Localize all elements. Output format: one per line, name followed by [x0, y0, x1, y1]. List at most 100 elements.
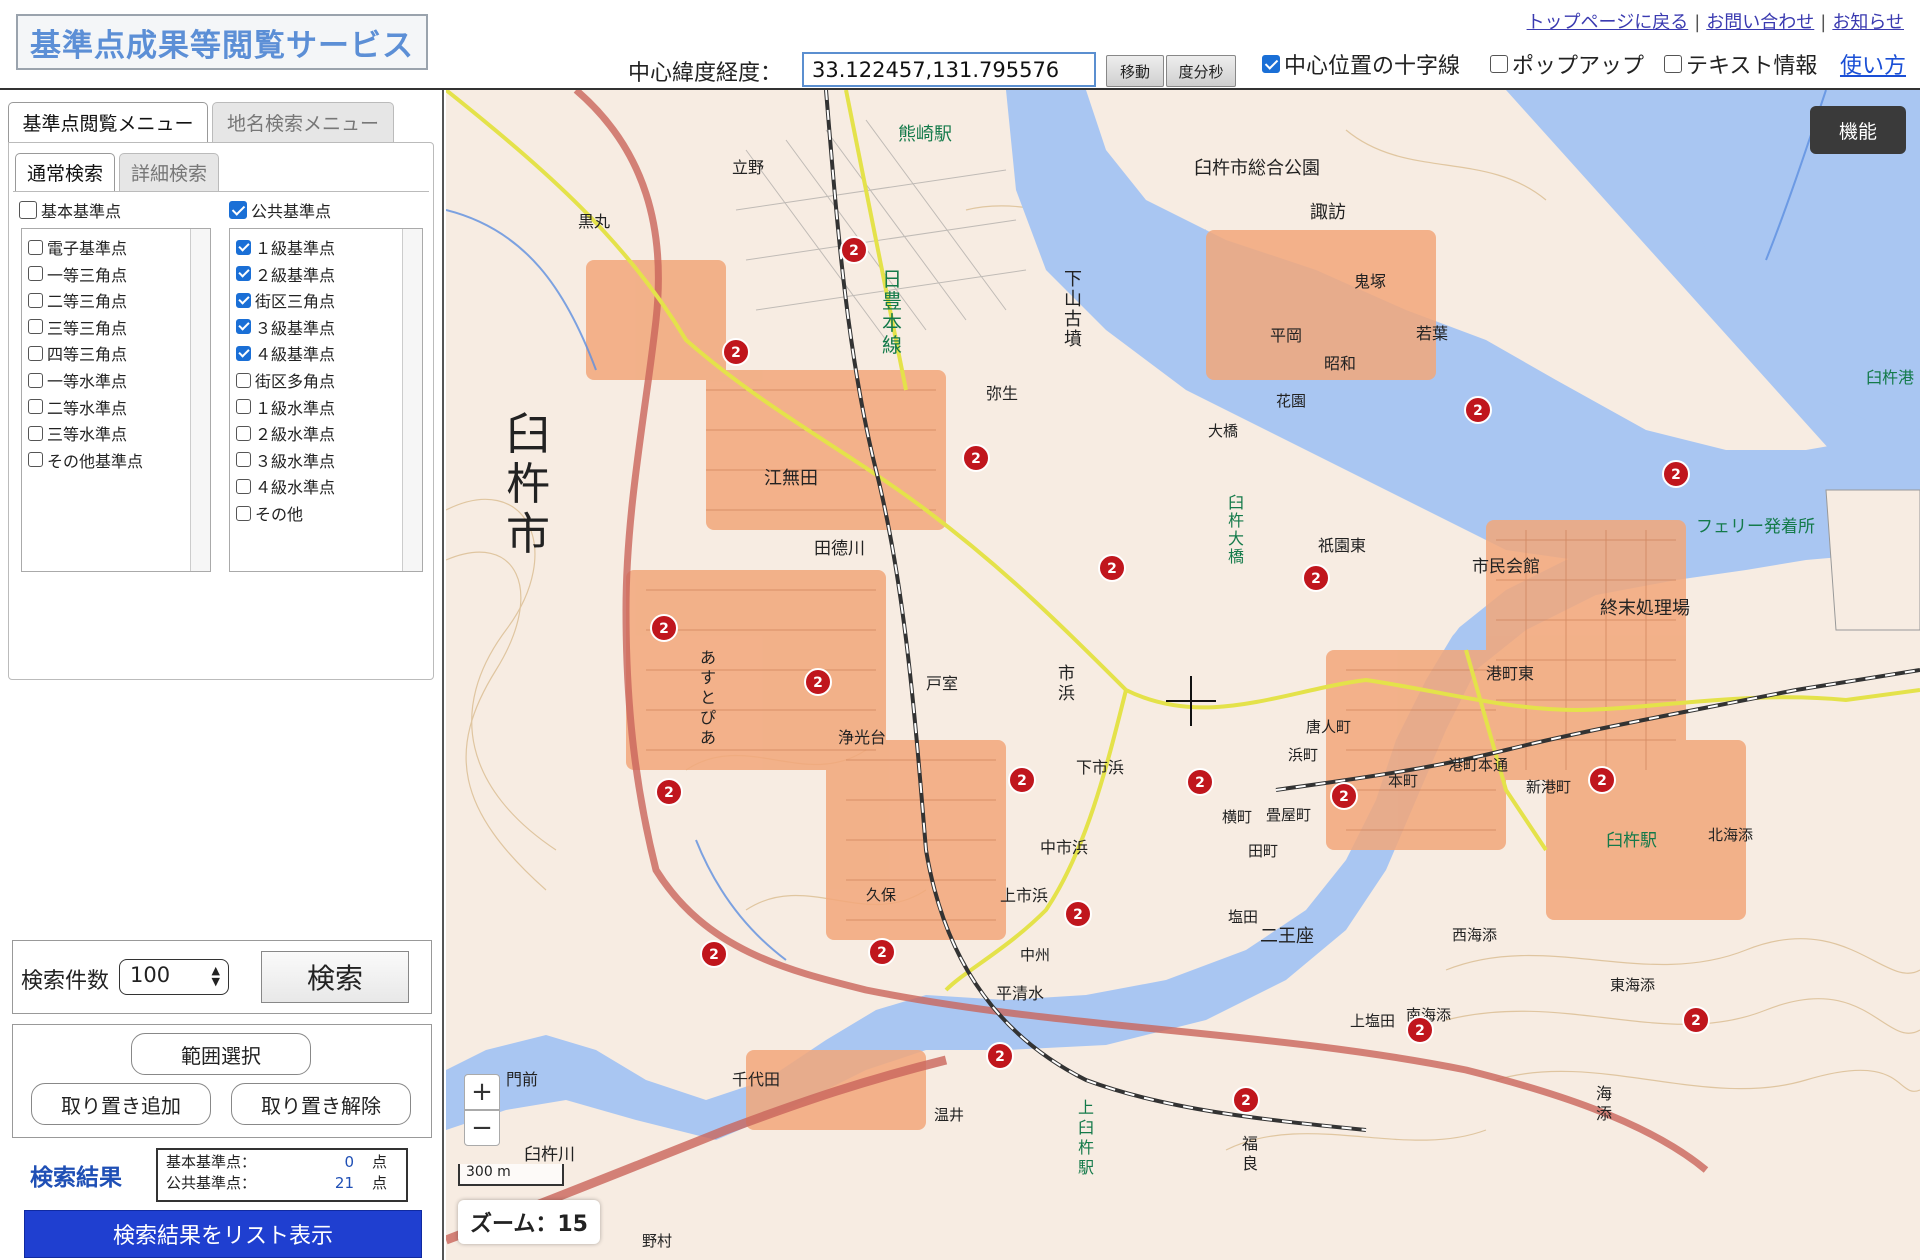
basic-point-item-checkbox[interactable] [28, 425, 43, 441]
basic-point-item-checkbox[interactable] [28, 266, 43, 282]
control-point-marker[interactable]: 2 [839, 235, 869, 265]
control-point-marker[interactable]: 2 [1329, 781, 1359, 811]
public-points-list[interactable]: １級基準点 ２級基準点 街区三角点 ３級基準点 ４級基準点街区多角点 １級水準点 ２級水準点… [229, 228, 423, 572]
center-coord-input[interactable] [802, 52, 1096, 87]
keep-remove-button[interactable]: 取り置き解除 [231, 1083, 411, 1125]
map-label-usuki-city: 臼杵市 [506, 409, 550, 560]
text-info-toggle[interactable]: テキスト情報 [1664, 48, 1817, 80]
public-point-item-checkbox[interactable] [236, 425, 251, 441]
basic-points-list[interactable]: 電子基準点一等三角点 二等三角点三等三角点 四等三角点一等水準点二等水準点 三等水準点… [21, 228, 211, 572]
control-point-marker[interactable]: 2 [1301, 563, 1331, 593]
range-select-button[interactable]: 範囲選択 [131, 1033, 311, 1075]
control-point-marker[interactable]: 2 [1097, 553, 1127, 583]
tab-detail-search[interactable]: 詳細検索 [119, 153, 219, 191]
control-point-marker[interactable]: 2 [1231, 1085, 1261, 1115]
public-point-item[interactable]: ４級基準点 [236, 341, 335, 365]
tab-normal-search[interactable]: 通常検索 [15, 153, 115, 191]
control-point-marker[interactable]: 2 [1405, 1015, 1435, 1045]
basic-point-item[interactable]: 一等三角点 [28, 262, 127, 286]
public-point-item-checkbox[interactable] [236, 319, 251, 335]
public-point-item-checkbox[interactable] [236, 266, 251, 282]
basic-point-item-checkbox[interactable] [28, 399, 43, 415]
basic-point-item[interactable]: その他基準点 [28, 448, 143, 472]
control-point-marker[interactable]: 2 [1463, 395, 1493, 425]
basic-point-item[interactable]: 二等三角点 [28, 288, 127, 312]
public-point-item[interactable]: ４級水準点 [236, 474, 335, 498]
control-point-marker[interactable]: 2 [654, 777, 684, 807]
basic-point-item-checkbox[interactable] [28, 345, 43, 361]
basic-point-item-label: 一等水準点 [47, 372, 128, 391]
control-point-marker[interactable]: 2 [1185, 767, 1215, 797]
control-point-marker[interactable]: 2 [1681, 1005, 1711, 1035]
popup-toggle[interactable]: ポップアップ [1490, 48, 1644, 80]
public-point-item[interactable]: １級基準点 [236, 235, 335, 259]
top-page-link[interactable]: トップページに戻る [1527, 12, 1689, 33]
basic-points-checkbox[interactable] [19, 201, 37, 219]
keep-add-button[interactable]: 取り置き追加 [31, 1083, 211, 1125]
text-info-checkbox[interactable] [1664, 55, 1682, 73]
public-point-item-checkbox[interactable] [236, 452, 251, 468]
move-button[interactable]: 移動 [1106, 55, 1164, 87]
map-label-wakaba: 若葉 [1416, 324, 1449, 343]
public-point-item[interactable]: 街区多角点 [236, 368, 335, 392]
dms-button[interactable]: 度分秒 [1166, 55, 1236, 87]
basic-point-item-checkbox[interactable] [28, 452, 43, 468]
updown-arrows-icon: ▲ ▼ [211, 964, 220, 988]
public-point-item[interactable]: ３級基準点 [236, 315, 335, 339]
tab-control-point-menu[interactable]: 基準点閲覧メニュー [8, 102, 208, 142]
control-point-marker[interactable]: 2 [1007, 765, 1037, 795]
search-button[interactable]: 検索 [261, 951, 409, 1003]
search-count-select[interactable]: 100 ▲ ▼ [119, 959, 229, 995]
basic-point-item[interactable]: 三等水準点 [28, 421, 127, 445]
tab-place-search-menu[interactable]: 地名検索メニュー [212, 102, 394, 142]
basic-point-item[interactable]: 二等水準点 [28, 395, 127, 419]
public-point-item-checkbox[interactable] [236, 505, 251, 521]
public-point-item[interactable]: ２級基準点 [236, 262, 335, 286]
public-point-item-checkbox[interactable] [236, 399, 251, 415]
basic-point-item-checkbox[interactable] [28, 292, 43, 308]
help-link[interactable]: 使い方 [1840, 48, 1906, 80]
control-point-marker[interactable]: 2 [699, 939, 729, 969]
public-point-item[interactable]: 街区三角点 [236, 288, 335, 312]
basic-point-item[interactable]: 電子基準点 [28, 235, 127, 259]
public-point-item[interactable]: ２級水準点 [236, 421, 335, 445]
public-point-item[interactable]: ３級水準点 [236, 448, 335, 472]
basic-point-item[interactable]: 三等三角点 [28, 315, 127, 339]
control-point-marker[interactable]: 2 [1661, 459, 1691, 489]
public-point-item-checkbox[interactable] [236, 239, 251, 255]
control-point-marker[interactable]: 2 [803, 667, 833, 697]
public-points-checkbox[interactable] [229, 201, 247, 219]
scrollbar[interactable] [402, 229, 422, 571]
news-link[interactable]: お知らせ [1832, 12, 1904, 33]
crosshair-checkbox[interactable] [1262, 55, 1280, 73]
public-point-item[interactable]: その他 [236, 501, 303, 525]
public-points-toggle[interactable]: 公共基準点 [229, 198, 331, 222]
public-point-item[interactable]: １級水準点 [236, 395, 335, 419]
public-point-item-checkbox[interactable] [236, 292, 251, 308]
public-point-item-checkbox[interactable] [236, 345, 251, 361]
scrollbar[interactable] [190, 229, 210, 571]
basic-point-item[interactable]: 一等水準点 [28, 368, 127, 392]
control-point-marker[interactable]: 2 [867, 937, 897, 967]
public-point-item-checkbox[interactable] [236, 372, 251, 388]
contact-link[interactable]: お問い合わせ [1706, 12, 1814, 33]
zoom-in-button[interactable]: + [464, 1074, 500, 1110]
basic-point-item-checkbox[interactable] [28, 372, 43, 388]
control-point-marker[interactable]: 2 [1063, 899, 1093, 929]
control-point-marker[interactable]: 2 [721, 337, 751, 367]
basic-point-item-checkbox[interactable] [28, 319, 43, 335]
zoom-out-button[interactable]: − [464, 1110, 500, 1146]
public-point-item-checkbox[interactable] [236, 478, 251, 494]
control-point-marker[interactable]: 2 [649, 613, 679, 643]
control-point-marker[interactable]: 2 [985, 1041, 1015, 1071]
control-point-marker[interactable]: 2 [1587, 765, 1617, 795]
basic-point-item[interactable]: 四等三角点 [28, 341, 127, 365]
map-view[interactable]: 臼杵市 熊崎駅 臼杵市総合公園 諏訪 日豊本線 下山古墳 江無田 田德川 臼杵大… [446, 90, 1920, 1260]
control-point-marker[interactable]: 2 [961, 443, 991, 473]
crosshair-toggle[interactable]: 中心位置の十字線 [1262, 48, 1460, 80]
list-display-button[interactable]: 検索結果をリスト表示 [24, 1210, 422, 1258]
basic-points-toggle[interactable]: 基本基準点 [19, 198, 121, 222]
popup-checkbox[interactable] [1490, 55, 1508, 73]
basic-point-item-checkbox[interactable] [28, 239, 43, 255]
map-function-button[interactable]: 機能 [1810, 106, 1906, 154]
